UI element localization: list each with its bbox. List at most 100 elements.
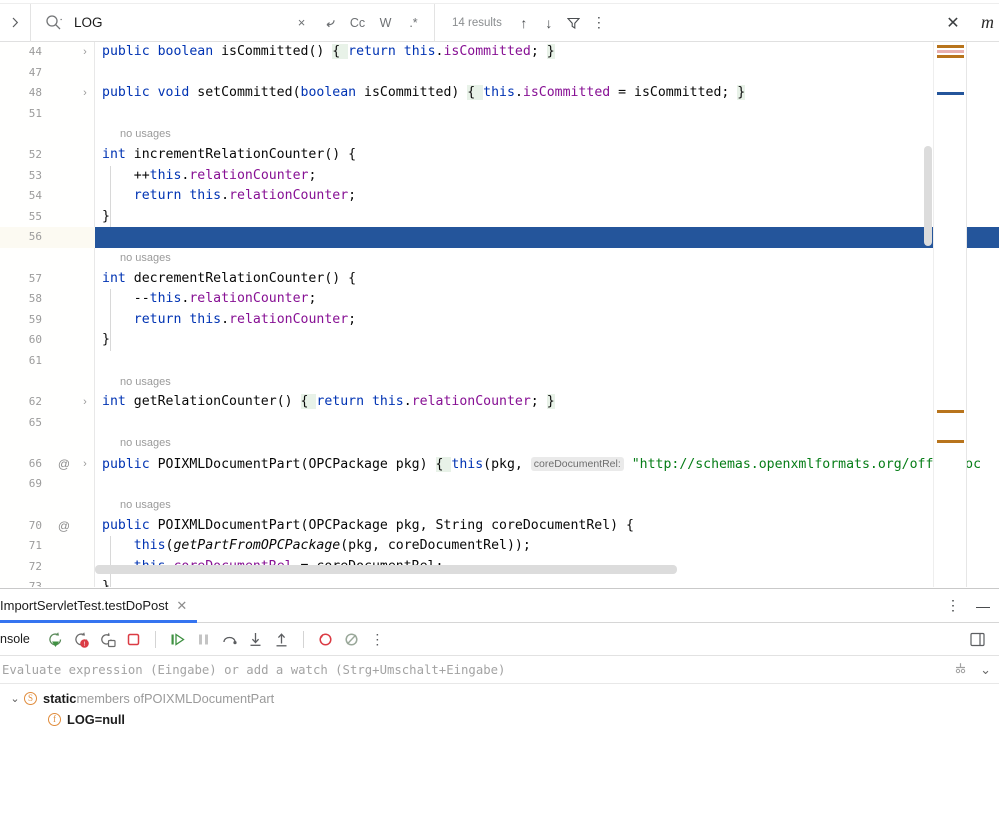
code-line[interactable]: 62 › int getRelationCounter() { return thi… (0, 392, 999, 413)
code-token: POIXMLDocumentPart (157, 517, 301, 533)
console-tab-label[interactable]: nsole (0, 632, 30, 646)
fold-expand-icon[interactable]: › (79, 42, 91, 63)
code-line[interactable]: 44 › public boolean isCommitted() { return… (0, 42, 999, 63)
find-input-container[interactable]: × Cc W .* (30, 3, 435, 42)
step-over-icon[interactable] (218, 628, 241, 651)
words-toggle[interactable]: W (373, 11, 398, 35)
static-badge-icon: S (24, 692, 37, 705)
debug-options-icon[interactable]: ⋮ (945, 597, 961, 614)
stop-icon[interactable] (122, 628, 145, 651)
line-number: 69 (28, 477, 42, 491)
code-line[interactable]: 51 (0, 104, 999, 125)
code-line[interactable]: 57 int decrementRelationCounter() { (0, 269, 999, 290)
code-line[interactable]: 69 (0, 474, 999, 495)
next-occurrence-icon[interactable]: ↓ (539, 12, 559, 34)
indent-guide (110, 577, 111, 587)
rerun-failed-tests-icon[interactable]: ! (70, 628, 93, 651)
code-token: () (308, 44, 333, 59)
code-line[interactable]: no usages (0, 495, 999, 516)
code-line[interactable]: 55} (0, 206, 999, 228)
debug-session-tab[interactable]: ImportServletTest.testDoPost ✕ (0, 589, 198, 623)
variable-row[interactable]: f LOG = null (0, 709, 999, 730)
step-into-glyph (250, 632, 261, 646)
search-icon[interactable] (45, 14, 63, 32)
indent-guide (110, 330, 111, 351)
code-token: relationCounter (229, 188, 349, 204)
code-line[interactable]: 54 return this.relationCounter; (0, 186, 999, 207)
pause-program-icon[interactable] (192, 628, 215, 651)
layout-settings-icon[interactable] (966, 628, 989, 651)
code-editor[interactable]: 44 › public boolean isCommitted() { return… (0, 42, 999, 587)
usage-inlay-hint[interactable]: no usages (120, 495, 171, 516)
usage-inlay-hint[interactable]: no usages (120, 124, 171, 145)
expand-chevron-icon[interactable]: ⌄ (6, 692, 24, 705)
code-token: ; (530, 394, 547, 410)
editor-vertical-scrollbar-thumb[interactable] (924, 146, 932, 246)
filter-icon[interactable] (564, 12, 584, 34)
step-into-icon[interactable] (244, 628, 267, 651)
code-line[interactable]: 70 @ public POIXMLDocumentPart(OPCPackage … (0, 516, 999, 537)
override-marker-icon[interactable]: @ (56, 454, 72, 475)
code-line[interactable]: no usages (0, 248, 999, 269)
close-session-tab-icon[interactable]: ✕ (176, 598, 187, 614)
code-line[interactable]: 58 --this.relationCounter; (0, 289, 999, 310)
code-line[interactable]: 61 (0, 351, 999, 372)
ide-window: × Cc W .* 14 results ↑ ↓ ⋮ ✕ (0, 0, 999, 831)
code-line[interactable]: no usages (0, 124, 999, 145)
code-line[interactable]: 56 (0, 227, 999, 248)
fold-expand-icon[interactable]: › (79, 392, 91, 413)
editor-vertical-scrollbar-track[interactable] (924, 42, 966, 587)
evaluate-expression-bar[interactable]: ⌄ (0, 656, 999, 684)
fold-expand-icon[interactable]: › (79, 454, 91, 475)
usage-inlay-hint[interactable]: no usages (120, 433, 171, 454)
code-line[interactable]: no usages (0, 372, 999, 393)
find-more-options-icon[interactable]: ⋮ (589, 12, 609, 34)
code-line[interactable]: 66 @ › public POIXMLDocumentPart(OPCPackage… (0, 454, 999, 475)
rerun-icon[interactable] (44, 628, 67, 651)
expand-find-panel-button[interactable] (0, 4, 30, 42)
code-line[interactable]: 60} (0, 330, 999, 351)
regex-toggle[interactable]: .* (401, 11, 426, 35)
code-line[interactable]: 73} (0, 577, 999, 587)
editor-horizontal-scrollbar[interactable] (95, 565, 677, 574)
view-breakpoints-icon[interactable] (314, 628, 337, 651)
fold-expand-icon[interactable]: › (79, 83, 91, 104)
code-line[interactable]: 65 (0, 413, 999, 434)
code-line[interactable]: 52 int incrementRelationCounter() { (0, 145, 999, 166)
code-text: } (102, 577, 110, 587)
match-case-toggle[interactable]: Cc (345, 11, 370, 35)
rerun-toggle-icon[interactable] (96, 628, 119, 651)
code-text: return this.relationCounter; (102, 186, 356, 207)
variables-tree[interactable]: ⌄ Sstatic members of POIXMLDocumentPart f L… (0, 684, 999, 730)
search-input[interactable] (74, 10, 274, 35)
resume-program-icon[interactable] (166, 628, 189, 651)
add-watch-icon[interactable] (953, 660, 968, 680)
code-text: public void setCommitted(boolean isCommi… (102, 83, 746, 104)
previous-occurrence-icon[interactable]: ↑ (514, 12, 534, 34)
code-token: this (149, 167, 182, 183)
preserve-case-icon[interactable] (317, 11, 342, 35)
override-marker-icon[interactable]: @ (56, 516, 72, 537)
evaluate-expression-input[interactable] (2, 662, 882, 677)
mute-breakpoints-icon[interactable] (340, 628, 363, 651)
code-line[interactable]: 48 › public void setCommitted(boolean isCo… (0, 83, 999, 104)
close-find-bar-button[interactable]: ✕ (942, 12, 964, 34)
step-out-icon[interactable] (270, 628, 293, 651)
expand-evaluate-chevron-icon[interactable]: ⌄ (980, 663, 991, 676)
code-line[interactable]: 47 (0, 63, 999, 84)
more-options-icon[interactable]: ⋮ (366, 628, 389, 651)
chevron-right-icon (12, 17, 18, 28)
code-line[interactable]: no usages (0, 433, 999, 454)
usage-inlay-hint[interactable]: no usages (120, 248, 171, 269)
vertical-ellipsis-glyph: ⋮ (370, 630, 385, 647)
code-line[interactable]: 71 this(getPartFromOPCPackage(pkg, coreD… (0, 536, 999, 557)
clear-search-button[interactable]: × (289, 11, 314, 35)
code-line[interactable]: 53 ++this.relationCounter; (0, 165, 999, 187)
usage-inlay-hint[interactable]: no usages (120, 372, 171, 393)
minimize-debug-window-icon[interactable]: — (975, 598, 991, 614)
variable-group-row[interactable]: ⌄ Sstatic members of POIXMLDocumentPart (0, 688, 999, 709)
code-line[interactable]: 59 return this.relationCounter; (0, 309, 999, 331)
code-token: = isCommitted; (610, 85, 738, 101)
code-token: () { (324, 146, 357, 162)
code-token: boolean (300, 85, 365, 101)
